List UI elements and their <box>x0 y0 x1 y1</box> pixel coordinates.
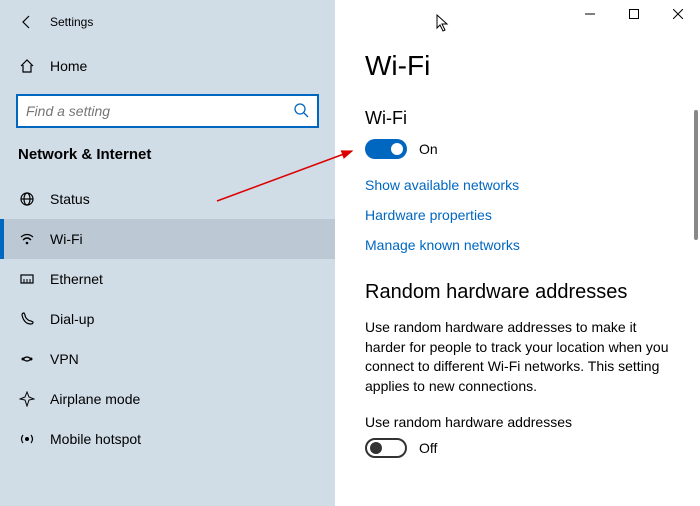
sidebar-item-airplane[interactable]: Airplane mode <box>0 379 335 419</box>
wifi-toggle[interactable] <box>365 139 407 159</box>
sidebar-item-status[interactable]: Status <box>0 179 335 219</box>
wifi-section-label: Wi-Fi <box>365 108 670 129</box>
sidebar-item-vpn[interactable]: VPN <box>0 339 335 379</box>
main-content: Wi-Fi Wi-Fi On Show available networks H… <box>335 0 700 506</box>
show-networks-link[interactable]: Show available networks <box>365 177 670 193</box>
home-label: Home <box>50 58 87 74</box>
back-button[interactable] <box>12 7 42 37</box>
manage-networks-link[interactable]: Manage known networks <box>365 237 670 253</box>
wifi-toggle-state: On <box>419 141 438 157</box>
random-addresses-toggle[interactable] <box>365 438 407 458</box>
sidebar-item-label: VPN <box>50 351 79 367</box>
search-input[interactable] <box>16 94 319 128</box>
status-icon <box>18 191 36 207</box>
sidebar-item-hotspot[interactable]: Mobile hotspot <box>0 419 335 459</box>
vpn-icon <box>18 351 36 367</box>
dialup-icon <box>18 311 36 327</box>
random-addresses-header: Random hardware addresses <box>365 281 670 304</box>
wifi-icon <box>18 231 36 247</box>
sidebar-item-label: Ethernet <box>50 271 103 287</box>
hardware-properties-link[interactable]: Hardware properties <box>365 207 670 223</box>
sidebar: Settings Home Network & Internet Status <box>0 0 335 506</box>
section-header: Network & Internet <box>0 146 335 179</box>
random-addresses-description: Use random hardware addresses to make it… <box>365 318 670 396</box>
page-title: Wi-Fi <box>365 50 670 82</box>
sidebar-item-ethernet[interactable]: Ethernet <box>0 259 335 299</box>
random-toggle-state: Off <box>419 440 437 456</box>
home-icon <box>18 58 36 74</box>
sidebar-item-label: Mobile hotspot <box>50 431 141 447</box>
sidebar-item-wifi[interactable]: Wi-Fi <box>0 219 335 259</box>
airplane-icon <box>18 391 36 407</box>
sidebar-item-label: Status <box>50 191 90 207</box>
scrollbar[interactable] <box>694 110 698 240</box>
sidebar-item-label: Dial-up <box>50 311 94 327</box>
hotspot-icon <box>18 431 36 447</box>
sidebar-item-label: Wi-Fi <box>50 231 83 247</box>
app-title: Settings <box>50 15 93 29</box>
sidebar-item-dialup[interactable]: Dial-up <box>0 299 335 339</box>
search-icon <box>293 102 309 121</box>
home-button[interactable]: Home <box>0 48 335 84</box>
sidebar-item-label: Airplane mode <box>50 391 140 407</box>
use-random-label: Use random hardware addresses <box>365 414 670 430</box>
ethernet-icon <box>18 271 36 287</box>
